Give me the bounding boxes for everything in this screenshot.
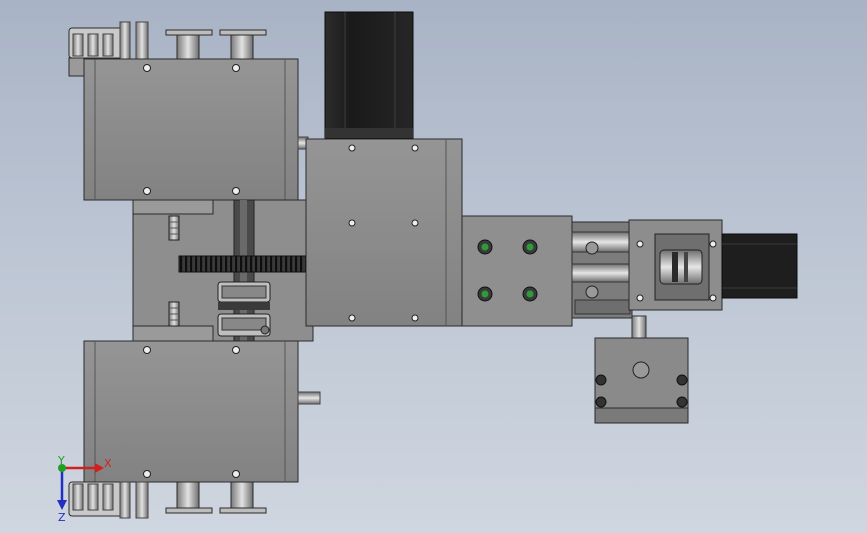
- bracket-block: [594, 315, 689, 424]
- bottom-roller-assembly: [68, 481, 149, 519]
- top-flange-pins: [165, 29, 267, 60]
- green-screw: [522, 239, 538, 255]
- y-axis-label: Y: [57, 454, 65, 467]
- main-mounting-block: [305, 138, 463, 327]
- cad-viewport[interactable]: X Y Z: [0, 0, 867, 533]
- slide-plate: [461, 215, 573, 327]
- z-axis-label: Z: [58, 511, 66, 524]
- cad-model-view: X Y Z: [57, 11, 798, 524]
- z-axis-arrow: [57, 500, 67, 510]
- shaft-coupling: [217, 281, 271, 337]
- upper-gearbox: [83, 58, 309, 201]
- vertical-stepper-motor: [324, 11, 414, 139]
- green-screw: [477, 239, 493, 255]
- x-axis-label: X: [104, 457, 112, 470]
- gear-rack: [178, 255, 307, 273]
- lower-gearbox: [83, 340, 321, 483]
- coupling-housing: [628, 219, 723, 311]
- linear-guide-rails: [571, 221, 633, 319]
- horizontal-stepper-motor: [721, 233, 798, 299]
- green-screw: [477, 286, 493, 302]
- green-screw: [522, 286, 538, 302]
- bottom-flange-pins: [165, 481, 267, 514]
